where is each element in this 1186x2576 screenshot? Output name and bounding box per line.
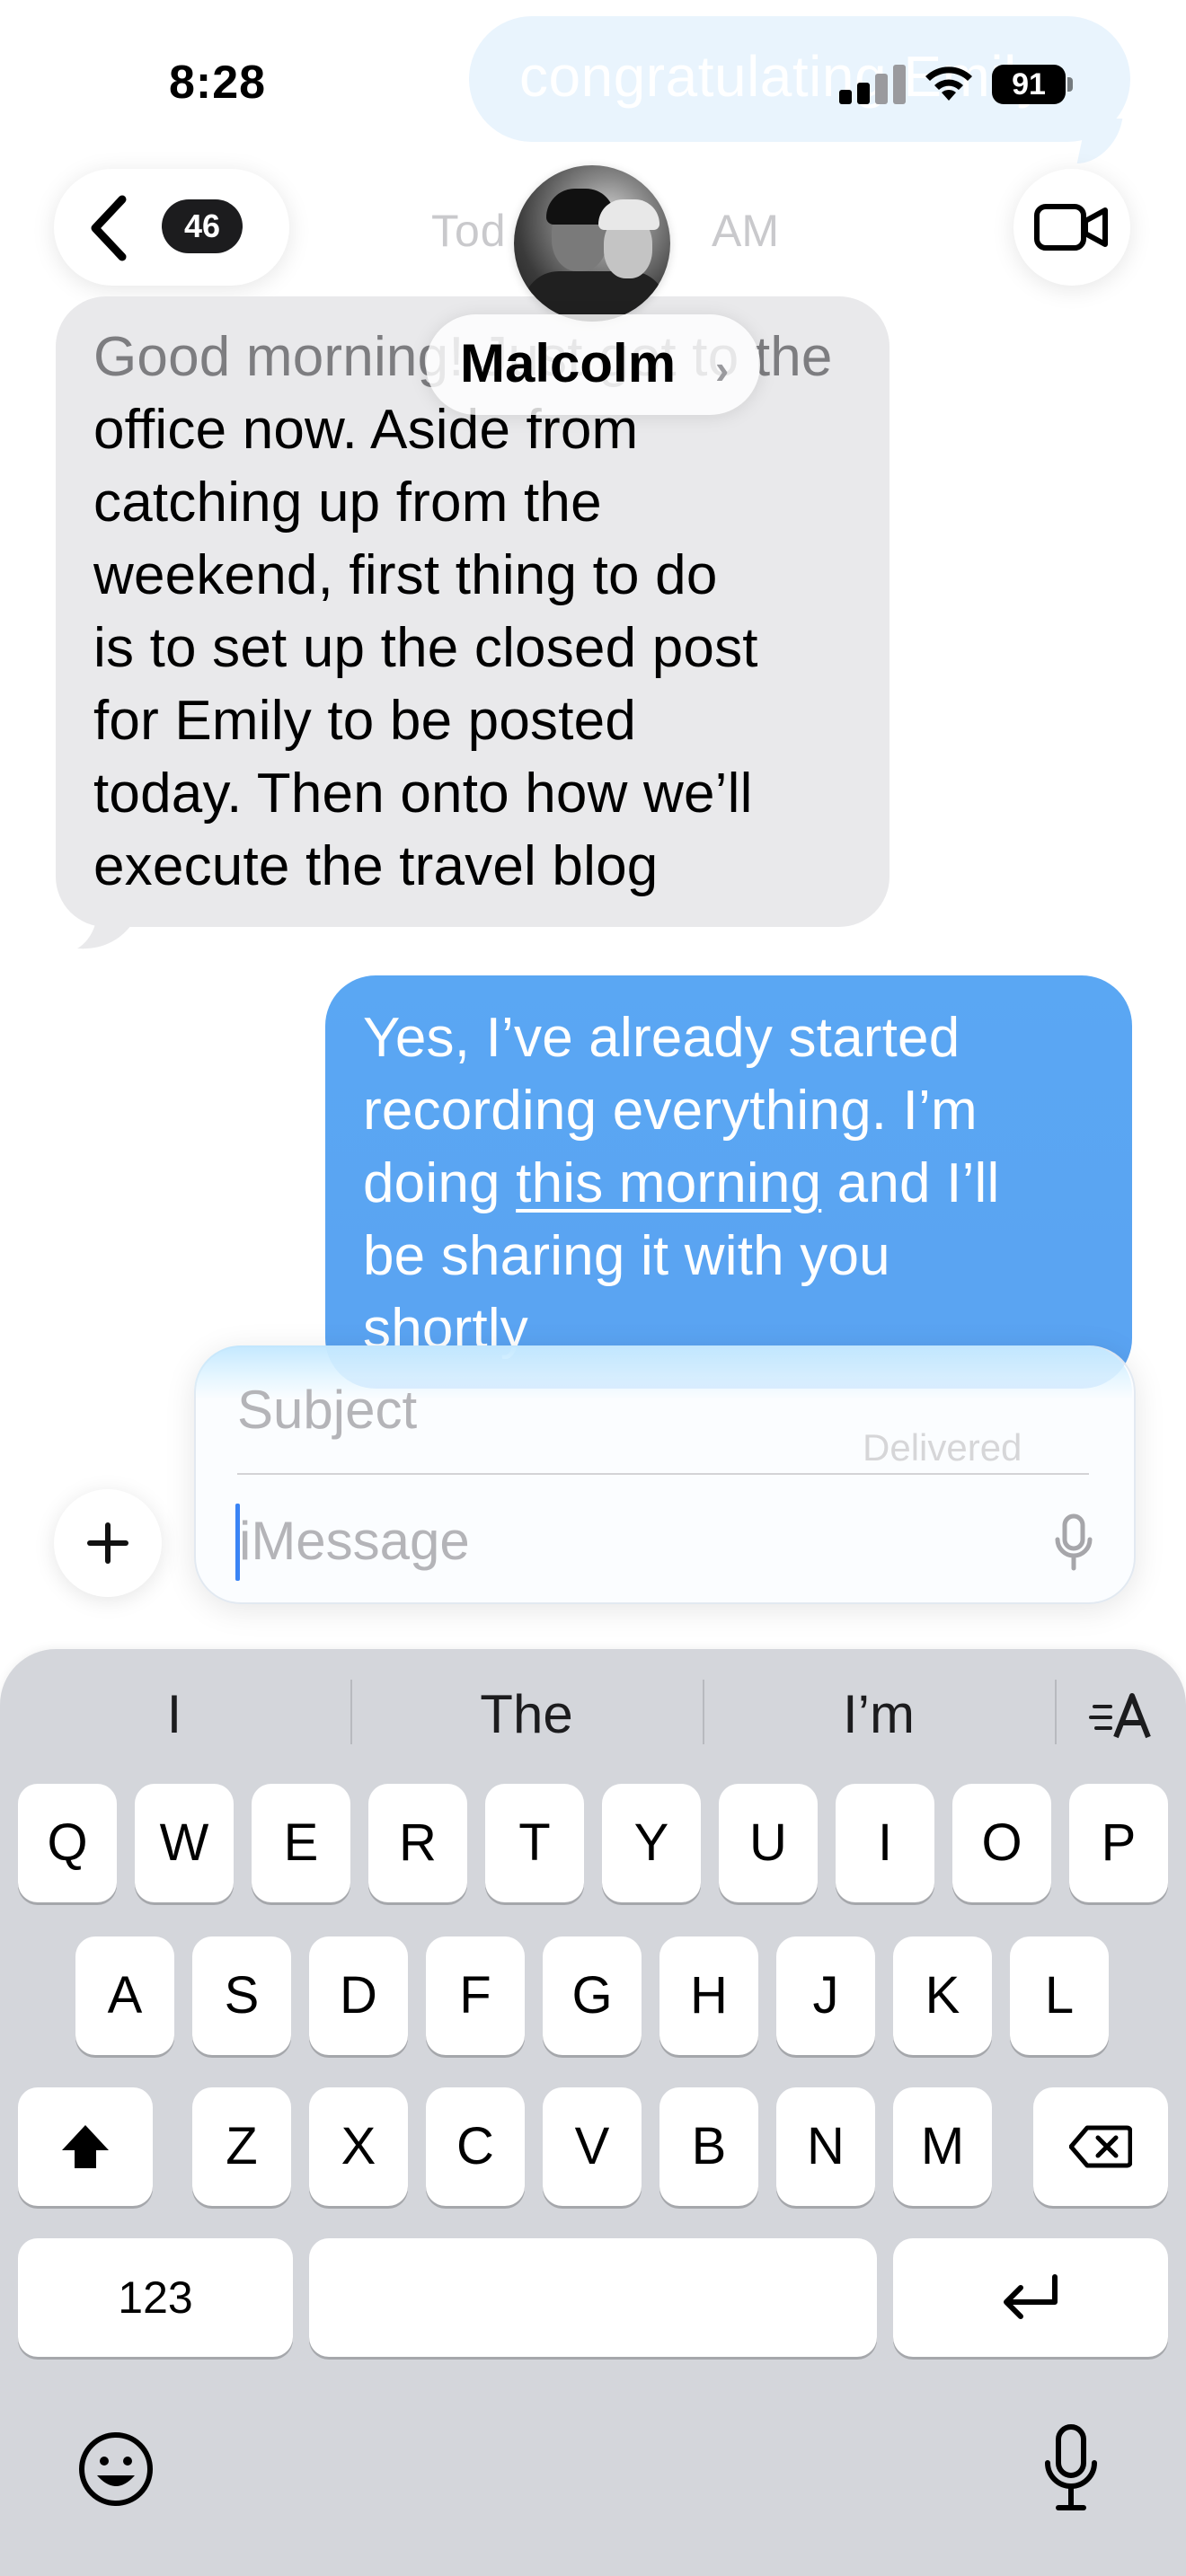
compose-divider [237,1473,1089,1475]
contact-avatar[interactable] [514,165,670,322]
timestamp-label-tail: AM [712,206,779,256]
outgoing-message-line: be sharing it with you [363,1225,890,1287]
key-f[interactable]: F [426,1936,525,2055]
video-camera-icon[interactable] [1033,198,1111,257]
contact-name[interactable]: Malcolm [460,332,676,394]
key-r[interactable]: R [368,1784,467,1902]
microphone-icon[interactable] [1042,2423,1100,2513]
data-detector-link[interactable]: this morning [516,1152,821,1214]
key-n[interactable]: N [776,2087,875,2206]
key-x[interactable]: X [309,2087,408,2206]
key-z[interactable]: Z [192,2087,291,2206]
key-j[interactable]: J [776,1936,875,2055]
subject-field[interactable]: Subject [237,1374,1046,1446]
smiley-face-icon[interactable] [75,2429,156,2510]
key-k[interactable]: K [893,1936,992,2055]
prediction-suggestion[interactable]: I [22,1672,327,1757]
key-b[interactable]: B [659,2087,758,2206]
incoming-message-line: today. Then onto how we’ll [93,763,753,825]
key-a[interactable]: A [75,1936,174,2055]
text-caret [235,1504,240,1581]
outgoing-message-bubble[interactable]: Yes, I’ve already started recording ever… [325,975,1132,1389]
prediction-divider [1055,1680,1057,1744]
chevron-right-icon: › [715,346,730,393]
incoming-message-line: is to set up the closed post [93,617,758,679]
key-y[interactable]: Y [602,1784,701,1902]
key-o[interactable]: O [952,1784,1051,1902]
wifi-icon [925,66,972,101]
delete-key[interactable] [1033,2087,1168,2206]
outgoing-message-line: doing this morning and I’ll [363,1151,1000,1215]
space-bar[interactable] [309,2238,877,2357]
key-v[interactable]: V [543,2087,642,2206]
message-input[interactable]: iMessage [239,1505,1012,1577]
incoming-message-line: catching up from the [93,472,602,534]
key-m[interactable]: M [893,2087,992,2206]
key-t[interactable]: T [485,1784,584,1902]
incoming-message-line: weekend, first thing to do [93,544,718,606]
key-e[interactable]: E [252,1784,350,1902]
status-time: 8:28 [169,57,267,109]
chevron-left-icon[interactable] [86,192,133,264]
key-g[interactable]: G [543,1936,642,2055]
key-l[interactable]: L [1010,1936,1109,2055]
incoming-message-line: for Emily to be posted [93,690,637,752]
outgoing-message-line: recording everything. I’m [363,1080,978,1142]
battery-cap [1067,77,1073,92]
key-h[interactable]: H [659,1936,758,2055]
microphone-icon[interactable] [1053,1513,1094,1572]
key-d[interactable]: D [309,1936,408,2055]
key-p[interactable]: P [1069,1784,1168,1902]
return-arrow-icon [1004,2274,1058,2319]
numbers-key[interactable]: 123 [18,2238,293,2357]
prediction-suggestion[interactable]: I’m [726,1672,1031,1757]
battery-indicator: 91 [992,65,1066,104]
key-c[interactable]: C [426,2087,525,2206]
key-i[interactable]: I [836,1784,934,1902]
unread-count-badge[interactable]: 46 [162,199,243,253]
outgoing-message-line: Yes, I’ve already started [363,1007,960,1069]
shift-arrow-icon [62,2125,109,2168]
prediction-suggestion[interactable]: The [374,1672,679,1757]
cellular-signal-icon [839,63,913,104]
text-format-icon[interactable] [1089,1689,1154,1742]
key-u[interactable]: U [719,1784,818,1902]
plus-icon[interactable] [54,1489,162,1597]
key-q[interactable]: Q [18,1784,117,1902]
key-w[interactable]: W [135,1784,234,1902]
incoming-message-line: execute the travel blog [93,835,659,897]
prediction-divider [703,1680,704,1744]
shift-key[interactable] [18,2087,153,2206]
outgoing-text-segment: and I’ll [821,1152,1000,1214]
prediction-divider [350,1680,352,1744]
incoming-bubble-tail [77,898,131,949]
key-s[interactable]: S [192,1936,291,2055]
return-key[interactable] [893,2238,1168,2357]
outgoing-text-segment: doing [363,1152,517,1214]
timestamp-label: Tod [431,206,507,256]
backspace-icon [1068,2125,1133,2168]
